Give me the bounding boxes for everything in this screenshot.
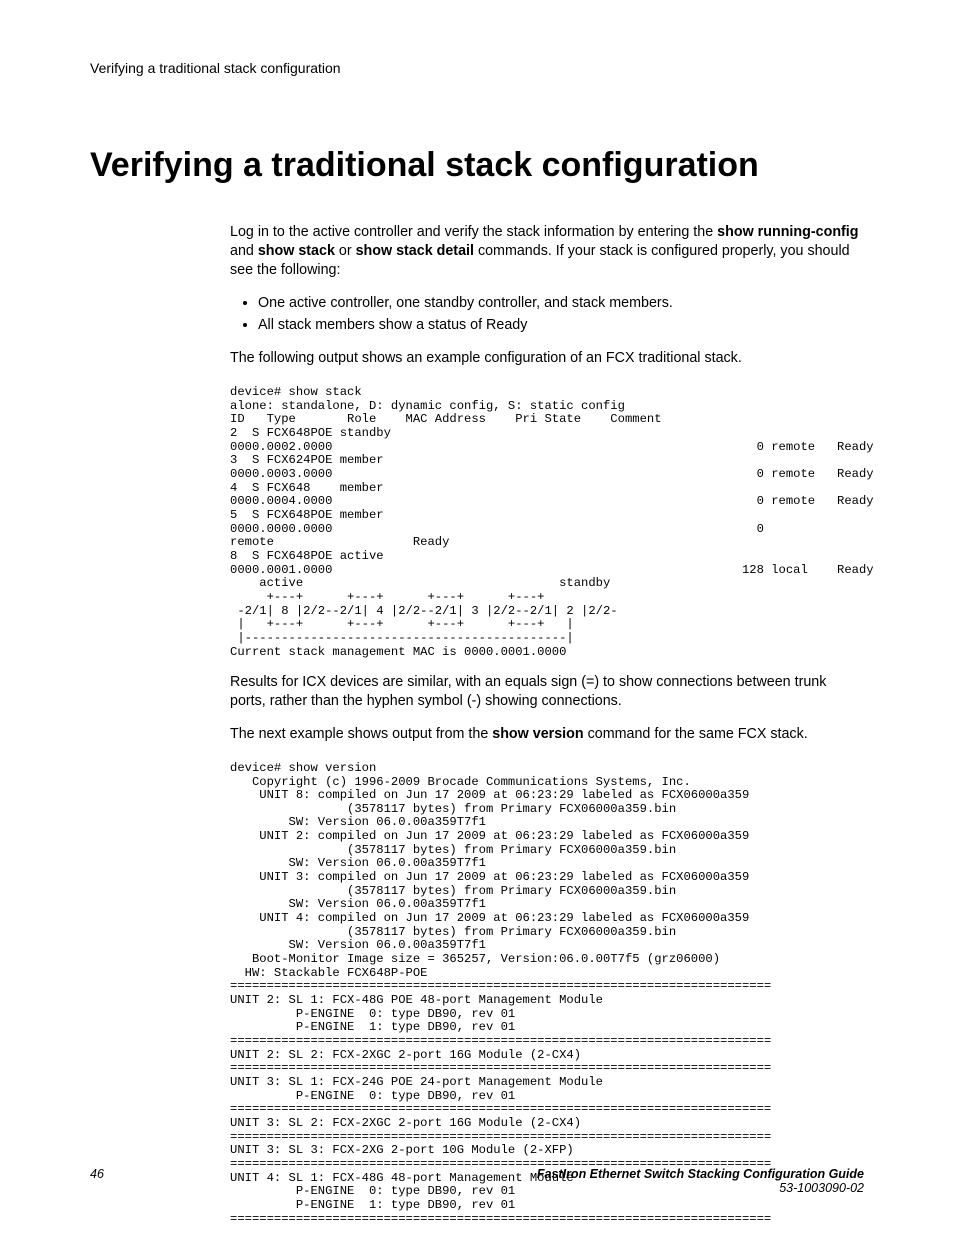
text: command for the same FCX stack. [584, 726, 808, 742]
page-footer: 46 FastIron Ethernet Switch Stacking Con… [90, 1167, 864, 1195]
text: and [230, 243, 258, 259]
text: The next example shows output from the [230, 726, 492, 742]
text: or [335, 243, 356, 259]
show-version-output: device# show version Copyright (c) 1996-… [230, 762, 864, 1226]
text: Log in to the active controller and veri… [230, 224, 717, 240]
body-text: The following output shows an example co… [230, 349, 864, 368]
book-title: FastIron Ethernet Switch Stacking Config… [537, 1167, 864, 1181]
intro-paragraph: Log in to the active controller and veri… [230, 223, 864, 280]
show-stack-output: device# show stack alone: standalone, D:… [230, 386, 864, 659]
doc-number: 53-1003090-02 [779, 1181, 864, 1195]
list-item: One active controller, one standby contr… [258, 294, 864, 313]
page-number: 46 [90, 1167, 104, 1181]
cmd-show-running-config: show running-config [717, 224, 858, 240]
cmd-show-stack-detail: show stack detail [356, 243, 474, 259]
criteria-list: One active controller, one standby contr… [230, 294, 864, 336]
cmd-show-stack: show stack [258, 243, 335, 259]
cmd-show-version: show version [492, 726, 583, 742]
body-text: The next example shows output from the s… [230, 725, 864, 744]
section-heading: Verifying a traditional stack configurat… [90, 146, 864, 185]
running-header: Verifying a traditional stack configurat… [90, 60, 864, 76]
body-text: Results for ICX devices are similar, wit… [230, 673, 864, 711]
list-item: All stack members show a status of Ready [258, 316, 864, 335]
